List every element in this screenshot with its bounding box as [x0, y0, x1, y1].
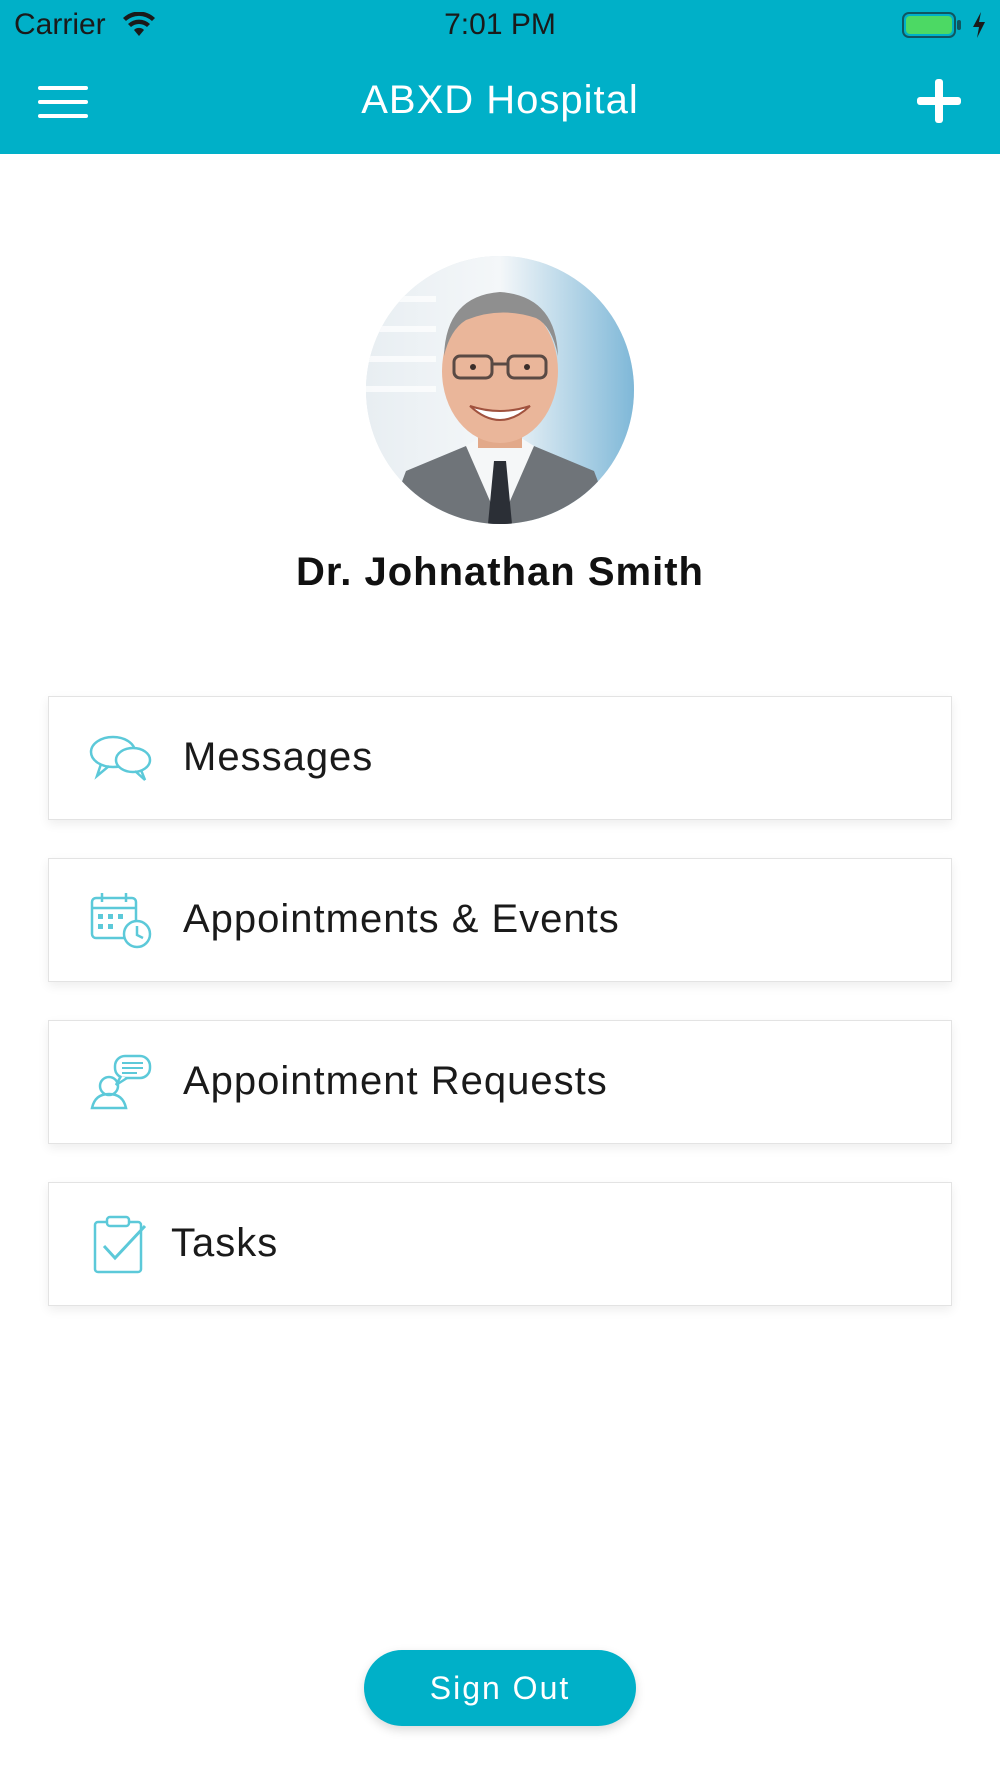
clock: 7:01 PM	[444, 8, 556, 41]
clipboard-check-icon	[93, 1215, 147, 1274]
sign-out-button[interactable]: Sign Out	[364, 1650, 636, 1726]
tasks-label: Tasks	[171, 1221, 279, 1265]
plus-icon[interactable]	[914, 76, 964, 126]
doctor-avatar-image	[366, 256, 634, 524]
avatar	[366, 256, 634, 524]
doctor-name: Dr. Johnathan Smith	[296, 550, 704, 594]
nav-bar: ABXD Hospital	[0, 50, 1000, 154]
messages-label: Messages	[183, 735, 374, 779]
appointment-requests-label: Appointment Requests	[183, 1059, 608, 1103]
appointments-events-menu-item[interactable]: Appointments & Events	[48, 858, 952, 982]
battery-icon	[902, 12, 961, 38]
menu-list: Messages Appointments & Events Appointme…	[48, 696, 952, 1344]
calendar-clock-icon	[90, 893, 152, 949]
appointment-requests-menu-item[interactable]: Appointment Requests	[48, 1020, 952, 1144]
tasks-menu-item[interactable]: Tasks	[48, 1182, 952, 1306]
chat-bubbles-icon	[89, 735, 152, 781]
page-title: ABXD Hospital	[361, 78, 639, 122]
person-speech-icon	[90, 1054, 152, 1110]
app-screen: Carrier 7:01 PM ABXD Hospital Dr. Johnat…	[0, 0, 1000, 1778]
header: Carrier 7:01 PM ABXD Hospital	[0, 0, 1000, 154]
status-bar: Carrier 7:01 PM	[0, 0, 1000, 50]
appointments-events-label: Appointments & Events	[183, 897, 620, 941]
charging-bolt-icon	[973, 12, 985, 38]
messages-menu-item[interactable]: Messages	[48, 696, 952, 820]
